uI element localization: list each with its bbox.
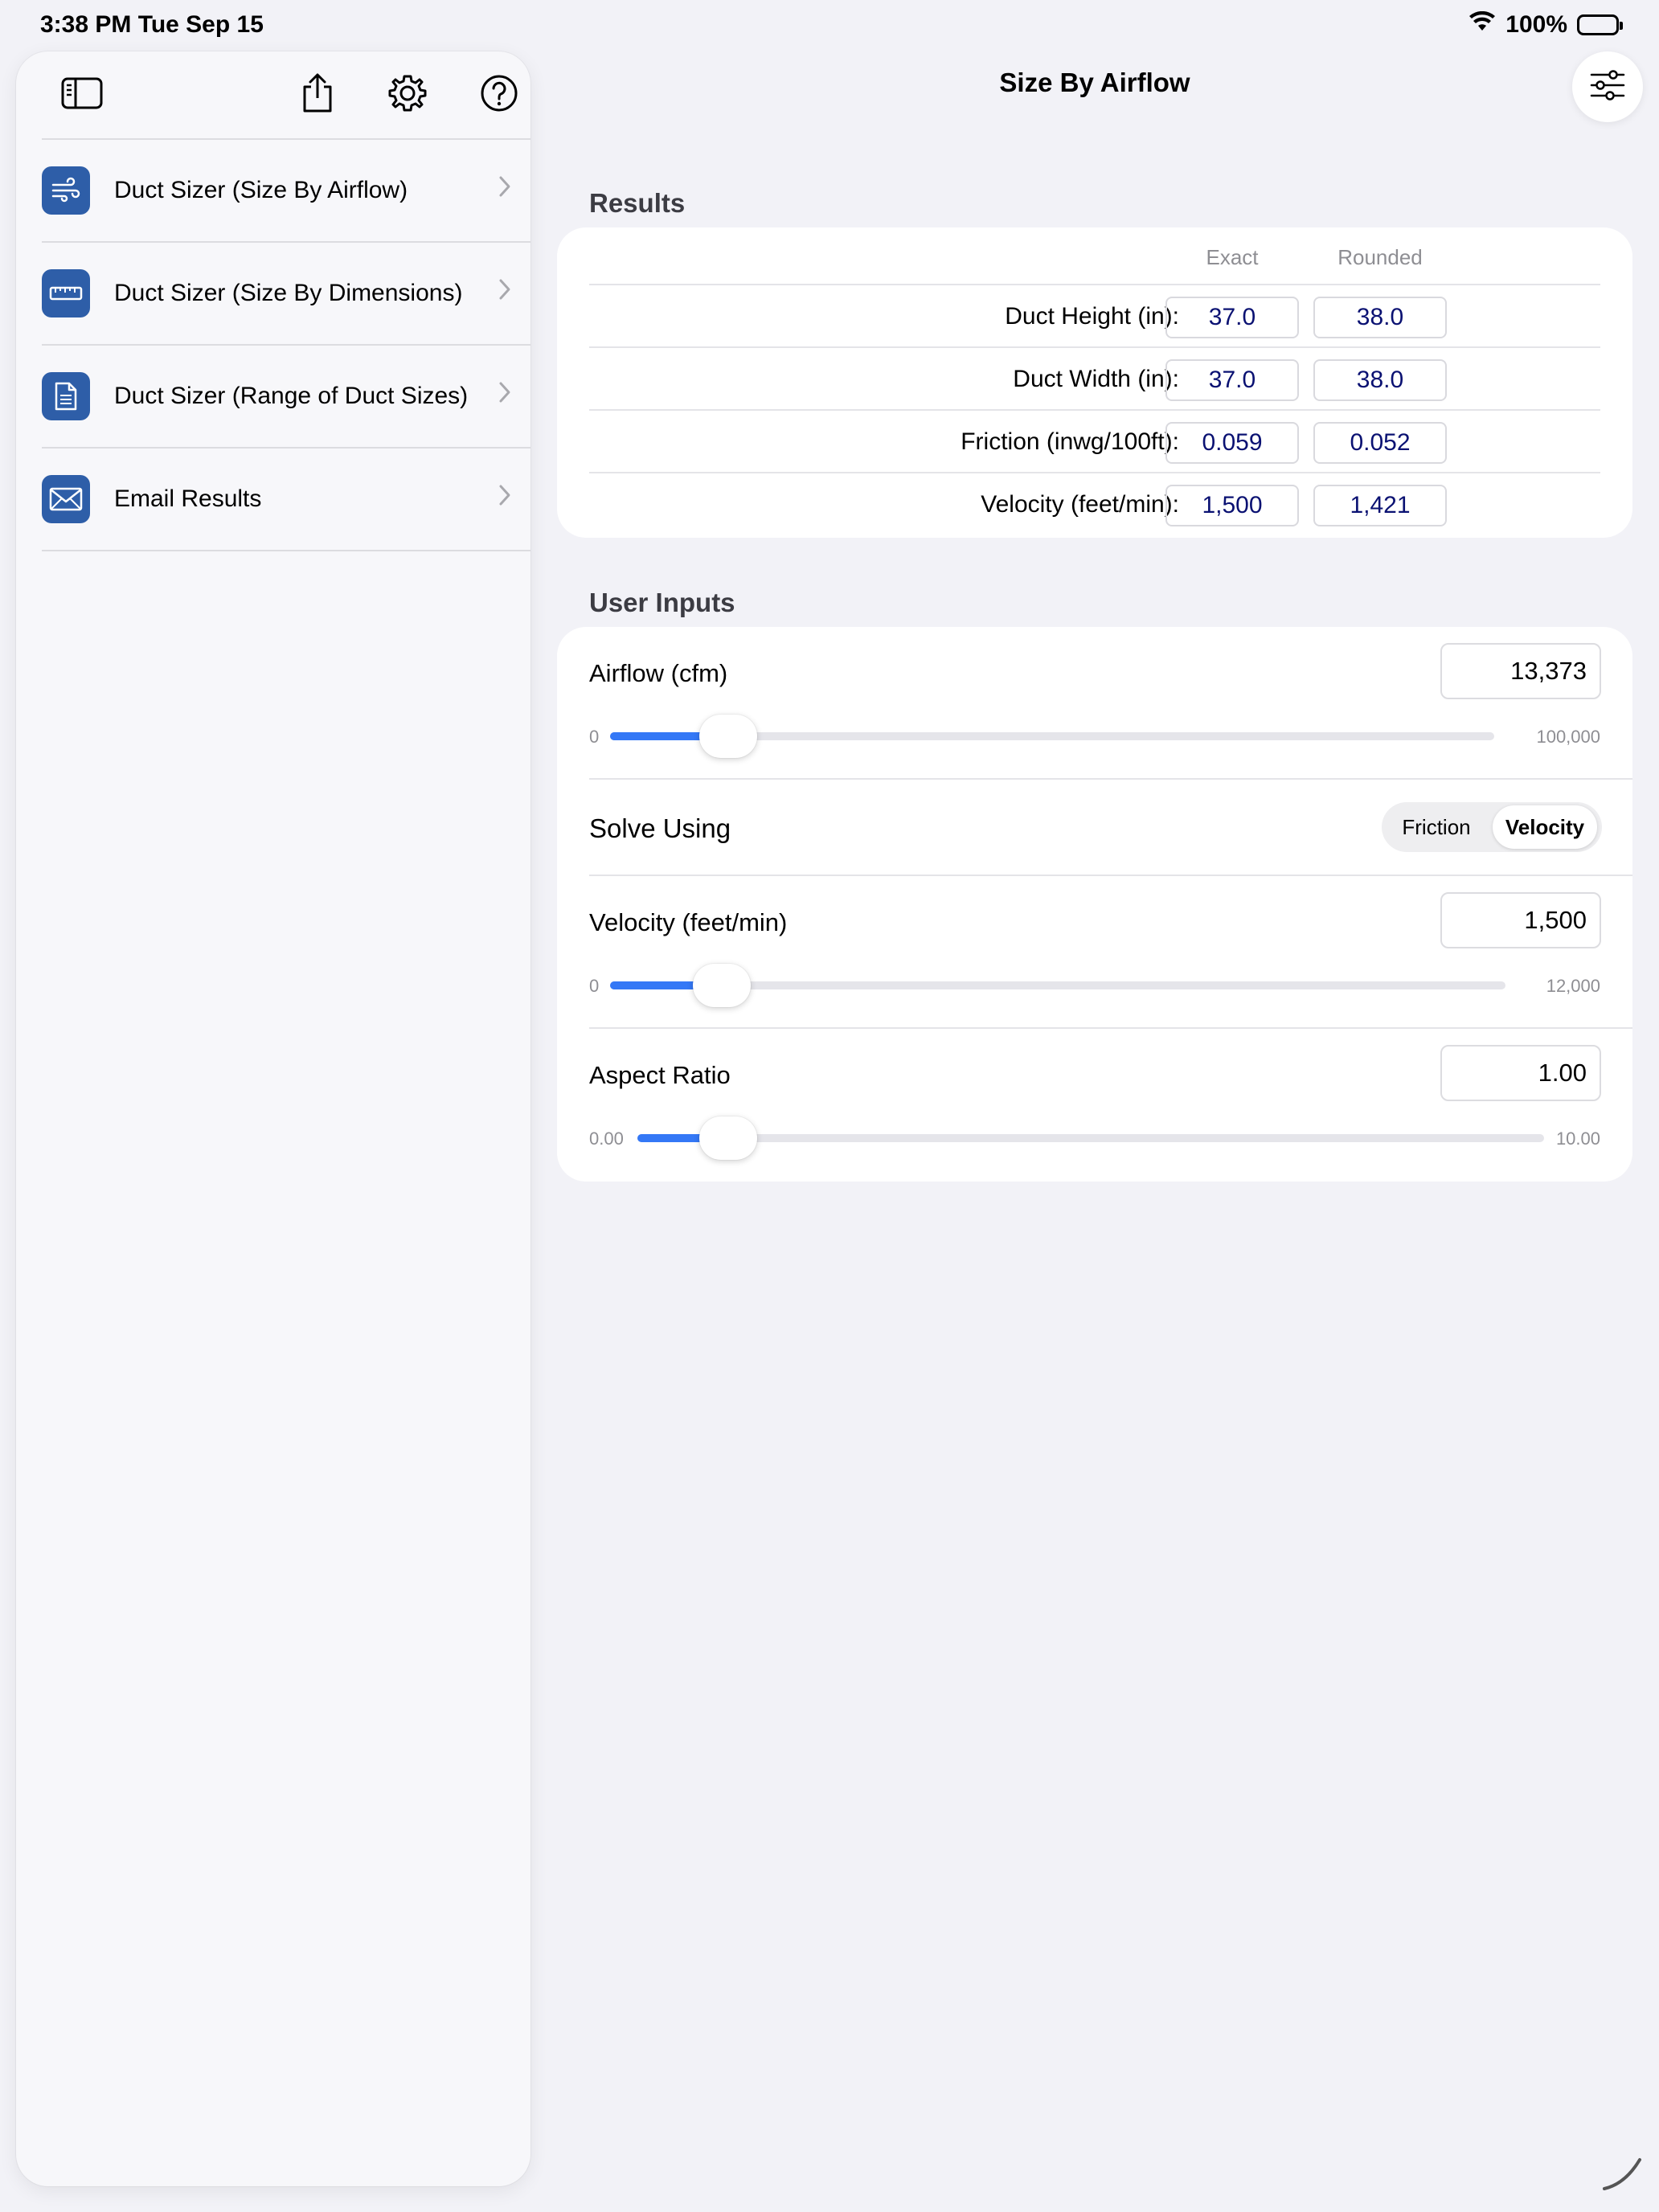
divider [589,1027,1632,1029]
sidebar-item-email-results[interactable]: Email Results [42,449,530,551]
aspect-ratio-slider-min: 0.00 [589,1129,624,1149]
result-exact-value: 0.059 [1165,422,1299,464]
aspect-ratio-slider[interactable] [637,1116,1544,1160]
gear-icon [387,73,428,117]
document-icon [42,372,90,420]
result-label: Duct Height (in): [1005,303,1179,330]
result-rounded-value: 38.0 [1313,297,1447,338]
column-header-rounded: Rounded [1337,245,1423,269]
results-card: Exact Rounded Duct Height (in): 37.0 38.… [557,227,1632,538]
page-title: Size By Airflow [999,68,1190,97]
results-header: Results [589,188,686,218]
chevron-right-icon [498,278,511,305]
envelope-icon [42,475,90,523]
divider [589,875,1632,876]
help-button[interactable] [467,63,531,127]
sidebar-item-range-of-duct-sizes[interactable]: Duct Sizer (Range of Duct Sizes) [42,346,530,449]
velocity-input[interactable]: 1,500 [1440,892,1601,948]
velocity-slider-thumb[interactable] [693,964,751,1007]
sidebar-item-size-by-dimensions[interactable]: Duct Sizer (Size By Dimensions) [42,243,530,346]
result-label: Velocity (feet/min): [981,491,1179,518]
segment-friction[interactable]: Friction [1387,805,1486,849]
aspect-ratio-slider-max: 10.00 [1555,1129,1600,1149]
result-exact-value: 37.0 [1165,297,1299,338]
result-rounded-value: 1,421 [1313,485,1447,526]
aspect-ratio-slider-thumb[interactable] [699,1116,757,1160]
solve-using-label: Solve Using [589,813,731,843]
aspect-ratio-input[interactable]: 1.00 [1440,1045,1601,1101]
sidebar: Duct Sizer (Size By Airflow) Duct Sizer … [16,51,530,2186]
sidebar-item-size-by-airflow[interactable]: Duct Sizer (Size By Airflow) [42,140,530,243]
velocity-label: Velocity (feet/min) [589,908,788,936]
airflow-slider-thumb[interactable] [699,715,757,758]
pencil-hover-icon [1601,2157,1643,2196]
share-icon [300,72,335,118]
velocity-slider[interactable] [610,964,1505,1007]
user-inputs-card: Airflow (cfm) 13,373 0 100,000 Solve Usi… [557,627,1632,1182]
result-row-friction: Friction (inwg/100ft): 0.059 0.052 [589,409,1600,472]
result-row-duct-width: Duct Width (in): 37.0 38.0 [589,346,1600,409]
status-bar: 3:38 PM Tue Sep 15 100% [0,0,1659,50]
column-header-exact: Exact [1206,245,1259,269]
sidebar-toolbar [16,51,530,140]
battery-percentage: 100% [1505,11,1567,38]
chevron-right-icon [498,484,511,510]
velocity-slider-min: 0 [589,976,600,996]
sidebar-item-label: Email Results [114,485,262,512]
share-button[interactable] [285,63,350,127]
user-inputs-header: User Inputs [589,588,735,617]
status-indicators: 100% [1469,10,1623,39]
sliders-icon [1589,69,1626,105]
aspect-ratio-label: Aspect Ratio [589,1061,731,1089]
result-label: Friction (inwg/100ft): [961,428,1179,455]
result-exact-value: 37.0 [1165,359,1299,401]
airflow-slider[interactable] [610,715,1494,758]
airflow-input[interactable]: 13,373 [1440,643,1601,699]
result-exact-value: 1,500 [1165,485,1299,526]
settings-button[interactable] [375,63,440,127]
sidebar-menu: Duct Sizer (Size By Airflow) Duct Sizer … [42,138,530,551]
airflow-slider-max: 100,000 [1536,727,1600,747]
options-button[interactable] [1572,51,1643,122]
chevron-right-icon [498,381,511,408]
chevron-right-icon [498,175,511,202]
sidebar-toggle-icon [61,77,103,113]
divider [589,778,1632,780]
sidebar-item-label: Duct Sizer (Size By Airflow) [114,177,408,203]
battery-icon [1577,14,1623,35]
sidebar-toggle-button[interactable] [50,63,114,127]
result-row-velocity: Velocity (feet/min): 1,500 1,421 [589,472,1600,535]
sidebar-item-label: Duct Sizer (Size By Dimensions) [114,280,463,306]
solve-using-segmented-control: Friction Velocity [1382,802,1602,852]
ruler-icon [42,269,90,317]
wind-icon [42,166,90,215]
velocity-slider-max: 12,000 [1546,976,1600,996]
result-label: Duct Width (in): [1013,366,1179,392]
help-circle-icon [480,74,518,117]
result-row-duct-height: Duct Height (in): 37.0 38.0 [589,284,1600,346]
airflow-label: Airflow (cfm) [589,659,728,687]
status-time: 3:38 PM Tue Sep 15 [40,11,264,38]
result-rounded-value: 0.052 [1313,422,1447,464]
sidebar-item-label: Duct Sizer (Range of Duct Sizes) [114,383,469,409]
wifi-icon [1469,10,1496,39]
airflow-slider-min: 0 [589,727,600,747]
segment-velocity[interactable]: Velocity [1493,805,1597,849]
result-rounded-value: 38.0 [1313,359,1447,401]
